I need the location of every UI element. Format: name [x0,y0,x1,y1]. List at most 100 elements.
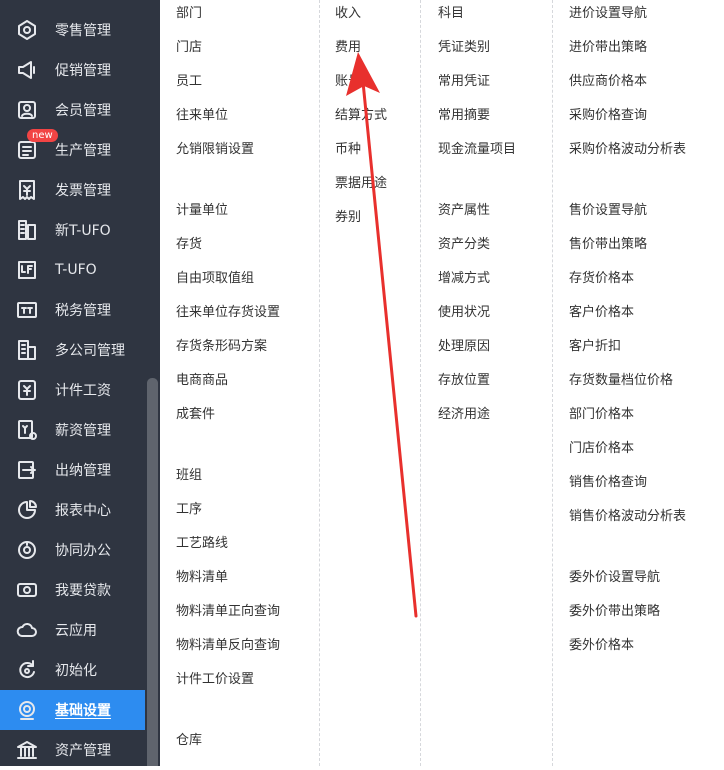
sidebar-item-label: 云应用 [55,623,97,639]
menu-link[interactable]: 部门价格本 [569,406,634,424]
menu-link[interactable]: 物料清单正向查询 [176,603,280,621]
menu-link[interactable]: 委外价格本 [569,637,634,655]
sidebar-item[interactable]: 云应用 [0,610,145,650]
menu-link[interactable]: 计件工价设置 [176,671,254,689]
menu-link[interactable]: 增减方式 [438,270,490,288]
sidebar-item[interactable]: 资产管理 [0,730,145,770]
sidebar-item[interactable]: 税务管理 [0,290,145,330]
sidebar-item[interactable]: 初始化 [0,650,145,690]
menu-link[interactable]: 存放位置 [438,372,490,390]
menu-link[interactable]: 处理原因 [438,338,490,356]
menu-link[interactable]: 班组 [176,467,202,485]
sidebar-item[interactable]: 多公司管理 [0,330,145,370]
sidebar-item-label: 报表中心 [55,503,111,519]
menu-link[interactable]: 常用凭证 [438,73,490,91]
basic-settings-icon [15,698,39,722]
menu-link[interactable]: 销售价格查询 [569,474,647,492]
menu-link[interactable]: 券别 [335,209,361,227]
basic-settings-menu-panel: 部门门店员工往来单位允销限销设置 计量单位存货自由项取值组往来单位存货设置 存货条形… [160,0,724,766]
menu-link[interactable]: 客户折扣 [569,338,621,356]
menu-link[interactable]: 委外价带出策略 [569,603,660,621]
menu-link[interactable]: 采购价格波动分析表 [569,141,686,159]
sidebar-item-label: 多公司管理 [55,343,125,359]
menu-link[interactable]: 经济用途 [438,406,490,424]
menu-link[interactable]: 允销限销设置 [176,141,254,159]
menu-link[interactable]: 费用 [335,39,361,57]
sidebar-item-label: 新T-UFO [55,223,111,239]
menu-link[interactable]: 科目 [438,5,464,23]
menu-link[interactable]: 员工 [176,73,202,91]
sidebar-item[interactable]: 报表中心 [0,490,145,530]
sidebar-item-label: 出纳管理 [55,463,111,479]
menu-link[interactable]: 票据用途 [335,175,387,193]
sidebar-item[interactable]: 新T-UFO [0,210,145,250]
menu-link[interactable]: 成套件 [176,406,215,424]
menu-link[interactable]: 凭证类别 [438,39,490,57]
menu-link[interactable]: 物料清单 [176,569,228,587]
menu-link[interactable]: 委外价设置导航 [569,569,660,587]
menu-link[interactable]: 门店价格本 [569,440,634,458]
asset-icon [15,738,39,762]
menu-link[interactable]: 销售价格波动分析表 [569,508,686,526]
menu-link[interactable]: 供应商价格本 [569,73,647,91]
sidebar-item-label: 会员管理 [55,103,111,119]
menu-link[interactable]: 部门 [176,5,202,23]
tax-icon [15,298,39,322]
sidebar-item-label: 薪资管理 [55,423,111,439]
menu-link[interactable]: 售价设置导航 [569,202,647,220]
menu-link[interactable]: 电商商品 [176,372,228,390]
sidebar-item[interactable]: T-UFO [0,250,145,290]
menu-link[interactable]: 存货价格本 [569,270,634,288]
cloud-icon [15,618,39,642]
column-divider [420,0,421,766]
menu-link[interactable]: 存货 [176,236,202,254]
menu-link[interactable]: 自由项取值组 [176,270,254,288]
menu-link[interactable]: 工艺路线 [176,535,228,553]
menu-link[interactable]: 往来单位 [176,107,228,125]
menu-link[interactable]: 仓库 [176,732,202,750]
sidebar-item[interactable]: 计件工资 [0,370,145,410]
menu-link[interactable]: 使用状况 [438,304,490,322]
menu-link[interactable]: 常用摘要 [438,107,490,125]
menu-link[interactable]: 计量单位 [176,202,228,220]
menu-link[interactable]: 存货数量档位价格 [569,372,673,390]
menu-link[interactable]: 收入 [335,5,361,23]
menu-link[interactable]: 物料清单反向查询 [176,637,280,655]
sidebar-item[interactable]: 零售管理 [0,10,145,50]
sidebar-scrollbar[interactable] [145,0,160,766]
sidebar-item[interactable]: 我要贷款 [0,570,145,610]
sidebar-item[interactable]: 发票管理 [0,170,145,210]
menu-link[interactable]: 币种 [335,141,361,159]
sidebar-item[interactable]: 出纳管理 [0,450,145,490]
sidebar-nav: 零售管理 促销管理会员管理生产管理 new 发票管理新T-UFO T-UFO 税务管理多公… [0,0,145,766]
column-divider [552,0,553,766]
init-icon [15,658,39,682]
promotion-icon [15,58,39,82]
menu-link[interactable]: 资产属性 [438,202,490,220]
menu-link[interactable]: 存货条形码方案 [176,338,267,356]
menu-link[interactable]: 门店 [176,39,202,57]
sidebar-item[interactable]: 基础设置 [0,690,145,730]
tufo-icon [15,258,39,282]
sidebar-item[interactable]: 薪资管理 [0,410,145,450]
menu-link[interactable]: 进价设置导航 [569,5,647,23]
new-tufo-icon [15,218,39,242]
menu-link[interactable]: 账号 [335,73,361,91]
sidebar-item[interactable]: 会员管理 [0,90,145,130]
piecework-wage-icon [15,378,39,402]
menu-link[interactable]: 结算方式 [335,107,387,125]
menu-link[interactable]: 采购价格查询 [569,107,647,125]
sidebar-item[interactable]: 协同办公 [0,530,145,570]
menu-link[interactable]: 工序 [176,501,202,519]
menu-link[interactable]: 往来单位存货设置 [176,304,280,322]
menu-link[interactable]: 客户价格本 [569,304,634,322]
sidebar-item[interactable]: 促销管理 [0,50,145,90]
member-icon [15,98,39,122]
sidebar-item[interactable]: 生产管理 new [0,129,145,170]
menu-link[interactable]: 进价带出策略 [569,39,647,57]
menu-link[interactable]: 现金流量项目 [438,141,516,159]
loan-icon [15,578,39,602]
sidebar-scrollbar-thumb[interactable] [147,378,158,766]
menu-link[interactable]: 资产分类 [438,236,490,254]
menu-link[interactable]: 售价带出策略 [569,236,647,254]
